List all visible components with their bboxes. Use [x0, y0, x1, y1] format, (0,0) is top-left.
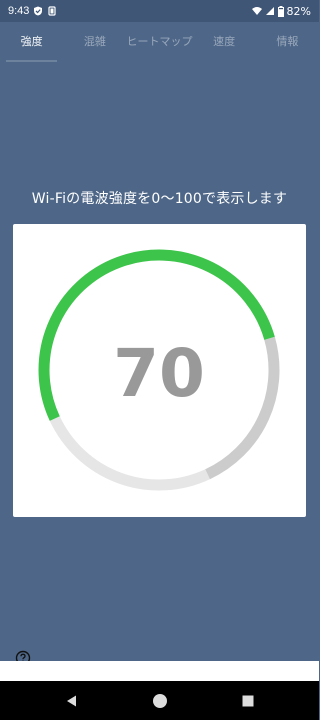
tab-bar: 強度 混雑 ヒートマップ 速度 情報	[0, 22, 319, 62]
bottom-strip	[0, 661, 319, 681]
sim-icon	[48, 6, 57, 16]
description-text: Wi-Fiの電波強度を0〜100で表示します	[31, 191, 288, 207]
recents-button[interactable]	[228, 681, 268, 720]
status-time: 9:43	[8, 5, 30, 17]
gauge-card: 70	[13, 224, 306, 517]
square-recents-icon	[242, 695, 254, 706]
tab-speed[interactable]: 速度	[193, 22, 256, 62]
status-left: 9:43	[8, 5, 57, 17]
signal-icon	[265, 7, 274, 15]
circle-home-icon	[153, 693, 167, 708]
tab-congestion[interactable]: 混雑	[63, 22, 126, 62]
home-button[interactable]	[140, 681, 180, 720]
gauge-value: 70	[113, 335, 205, 412]
wifi-icon	[251, 7, 262, 15]
tab-heatmap[interactable]: ヒートマップ	[127, 22, 193, 62]
gauge-bottom-arc	[49, 416, 210, 491]
triangle-back-icon	[67, 695, 76, 706]
gauge-svg: 70	[38, 249, 280, 491]
tab-strength[interactable]: 強度	[0, 22, 63, 62]
status-right: 82%	[251, 4, 311, 18]
gauge-right-arc	[205, 336, 280, 480]
back-button[interactable]	[52, 681, 92, 720]
battery-icon	[277, 5, 284, 17]
tab-info[interactable]: 情報	[256, 22, 319, 62]
navigation-bar	[0, 681, 319, 720]
status-bar: 9:43 82%	[0, 0, 319, 22]
shield-icon	[34, 6, 43, 16]
battery-percent: 82%	[286, 4, 311, 18]
